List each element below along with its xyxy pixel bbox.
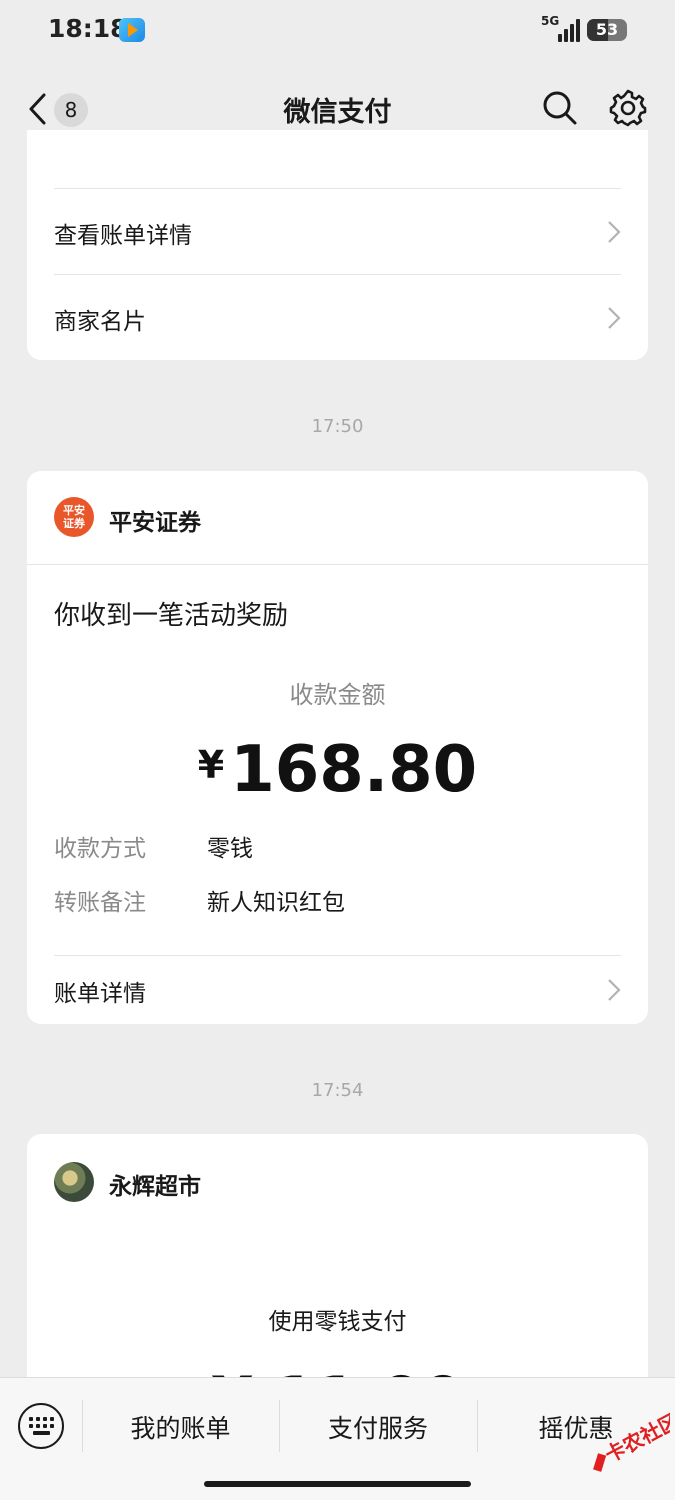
message-timestamp: 17:50 [311,416,364,437]
divider [27,564,648,565]
pingan-logo: 平安证券 [54,497,94,537]
bill-detail-row[interactable]: 账单详情 [54,955,621,1024]
battery-level: 53 [595,20,619,39]
watermark-logo: 卡农社区 [593,1408,670,1472]
message-title: 你收到一笔活动奖励 [54,601,289,631]
currency-symbol: ¥ [197,743,225,787]
watermark-text: 卡农社区 [601,1408,670,1467]
chevron-right-icon [608,221,621,243]
search-icon[interactable] [542,90,578,126]
merchant-name[interactable]: 平安证券 [109,503,201,537]
detail-value: 零钱 [207,836,253,862]
status-time: 18:18 [48,14,128,43]
row-label: 商家名片 [54,309,146,335]
row-label: 账单详情 [54,981,146,1007]
amount-display: ¥168.80 [27,733,648,807]
chevron-right-icon [608,307,621,329]
payment-received-card[interactable]: 平安证券 平安证券 你收到一笔活动奖励 收款金额 ¥168.80 收款方式 零钱… [27,471,648,1024]
signal-icon [550,18,580,42]
detail-label: 收款方式 [54,836,146,862]
video-app-icon [119,18,145,42]
menu-my-bills[interactable]: 我的账单 [82,1409,279,1445]
merchant-avatar [54,1162,94,1202]
chevron-right-icon [608,979,621,1001]
merchant-name[interactable]: 永辉超市 [109,1167,201,1201]
status-bar: 18:18 5G 53 [0,0,675,62]
battery-icon: 53 [587,19,627,41]
amount-value: 168.80 [230,733,478,807]
bottom-menu: 我的账单 支付服务 摇优惠 [0,1377,675,1500]
row-label: 查看账单详情 [54,223,192,249]
menu-pay-services[interactable]: 支付服务 [279,1409,477,1445]
gear-icon[interactable] [608,88,648,128]
merchant-card-row[interactable]: 商家名片 [54,274,621,360]
detail-value: 新人知识红包 [207,890,345,916]
message-timestamp: 17:54 [311,1080,364,1101]
view-bill-detail-row[interactable]: 查看账单详情 [54,188,621,274]
detail-label: 转账备注 [54,890,146,916]
amount-label: 收款金额 [289,681,386,709]
bill-card-previous: 查看账单详情 商家名片 [27,130,648,360]
home-indicator[interactable] [204,1481,471,1487]
pay-method: 使用零钱支付 [268,1309,407,1335]
keyboard-icon[interactable] [18,1403,64,1449]
